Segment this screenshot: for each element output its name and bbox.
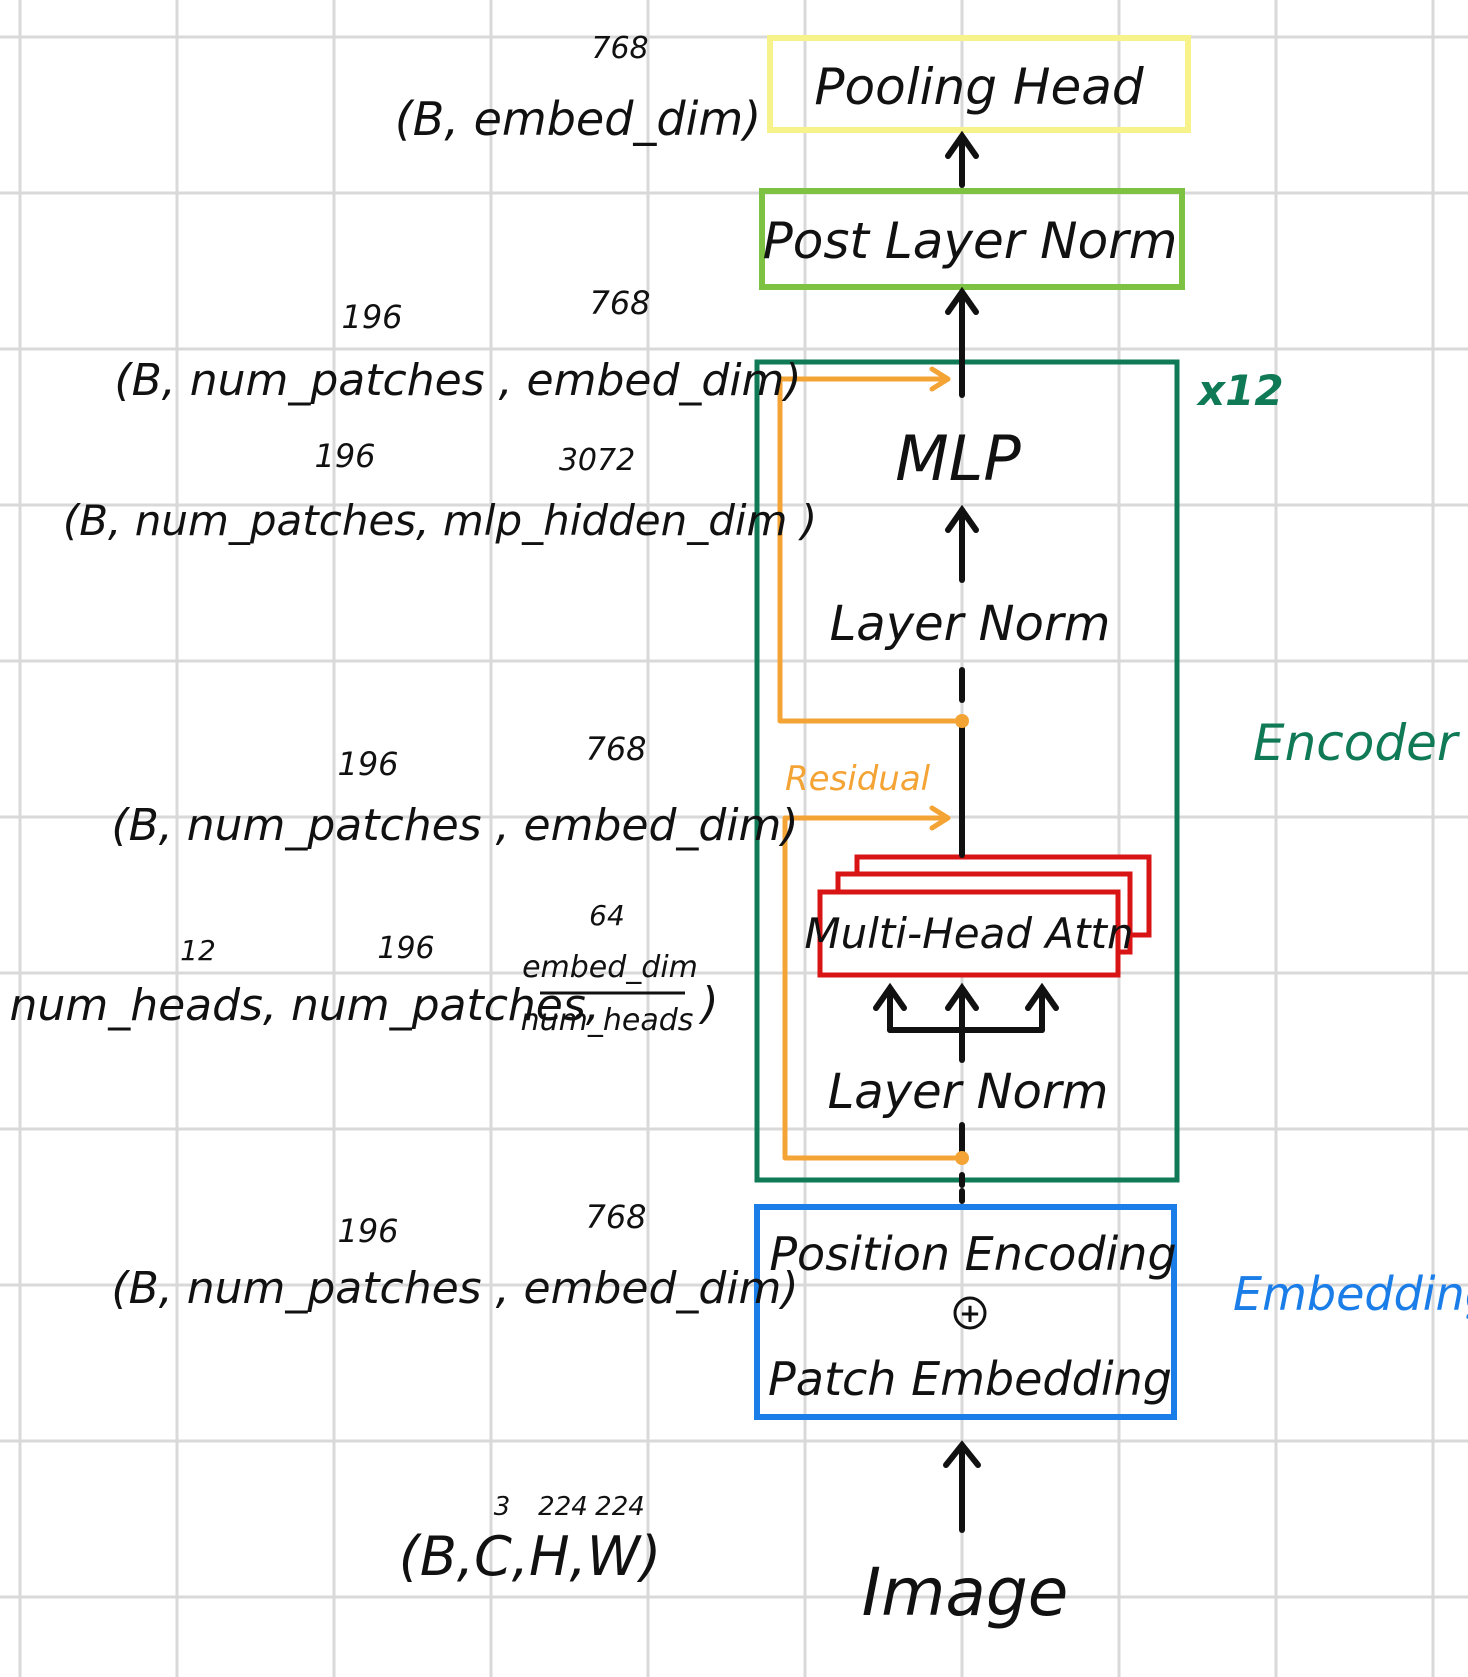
shape-mlp-hidden-dim-1: 3072 — [559, 443, 635, 478]
image-label: Image — [862, 1554, 1069, 1631]
residual-junction-top — [955, 714, 969, 728]
shape-attn-heads-numerator: embed_dim — [522, 950, 698, 985]
shape-embed-out-dim-1: 768 — [585, 1198, 646, 1236]
shape-embed-out: (B, num_patches , embed_dim) — [111, 1263, 798, 1314]
shape-image-dim-0: 3 — [494, 1492, 511, 1522]
plus-sign: + — [959, 1299, 981, 1329]
shape-attn-out: (B, num_patches , embed_dim) — [111, 800, 798, 851]
shape-attn-heads-prefix: (B, num_heads, num_patches, — [0, 980, 600, 1031]
multi-head-attn-label: Multi-Head Attn — [804, 909, 1133, 958]
mlp-label: MLP — [895, 422, 1021, 495]
residual-label: Residual — [785, 759, 931, 799]
shape-attn-heads-suffix: ) — [698, 978, 718, 1029]
residual-junction-bottom — [955, 1151, 969, 1165]
shape-embed-out-dim-0: 196 — [337, 1212, 398, 1250]
shape-image-dim-1: 224 — [538, 1492, 588, 1522]
patch-embedding-label: Patch Embedding — [768, 1352, 1172, 1406]
encoder-label: Encoder — [1253, 714, 1461, 772]
shape-attn-heads-dim-2: 64 — [589, 899, 625, 932]
position-encoding-label: Position Encoding — [769, 1227, 1176, 1281]
shape-attn-out-dim-0: 196 — [337, 745, 398, 783]
shape-pooling: (B, embed_dim) — [395, 92, 761, 146]
shape-attn-heads-dim-0: 12 — [180, 934, 216, 967]
vit-architecture-diagram: Pooling Head Post Layer Norm MLP Layer N… — [0, 0, 1468, 1677]
pooling-head-label: Pooling Head — [814, 58, 1143, 116]
shape-mlp-hidden-dim-0: 196 — [314, 437, 375, 475]
post-layer-norm-label: Post Layer Norm — [763, 212, 1178, 270]
shape-image-dim-2: 224 — [595, 1492, 645, 1522]
repeat-label: x12 — [1196, 366, 1284, 415]
layer-norm-bottom-label: Layer Norm — [828, 1064, 1109, 1120]
shape-pooling-dim-0: 768 — [591, 31, 648, 66]
shape-image-in: (B,C,H,W) — [399, 1525, 661, 1588]
shape-attn-heads-dim-1: 196 — [377, 931, 434, 966]
shape-post-norm-dim-0: 196 — [341, 298, 402, 336]
shape-post-norm-dim-1: 768 — [589, 284, 650, 322]
embedding-label: Embedding — [1233, 1267, 1468, 1321]
shape-mlp-hidden: (B, num_patches, mlp_hidden_dim ) — [63, 496, 817, 545]
shape-post-norm: (B, num_patches , embed_dim) — [114, 355, 801, 406]
shape-attn-out-dim-1: 768 — [585, 730, 646, 768]
shape-attn-heads-denominator: num_heads — [521, 1003, 694, 1038]
layer-norm-top-label: Layer Norm — [830, 596, 1111, 652]
